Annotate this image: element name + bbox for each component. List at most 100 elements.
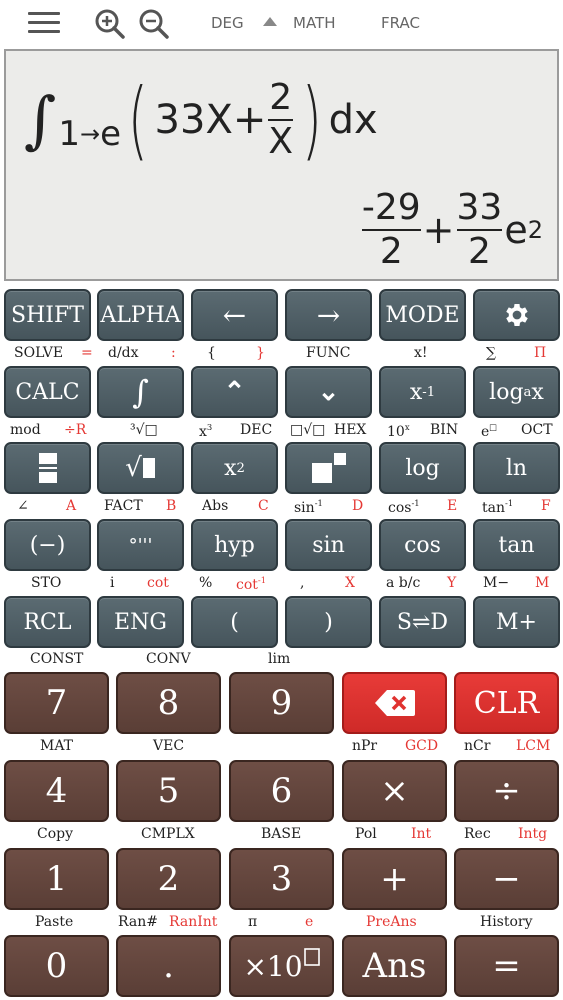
multiply-button[interactable]: × — [342, 760, 447, 822]
label-d: D — [352, 498, 364, 514]
sin-button[interactable]: sin — [285, 519, 372, 571]
shift-button[interactable]: SHIFT — [4, 289, 91, 341]
fraction-denominator: X — [268, 121, 294, 162]
label-comma: , — [300, 575, 305, 591]
digit-5-button[interactable]: 5 — [116, 760, 221, 822]
plus-label: + — [380, 859, 409, 899]
cursor-left-button[interactable]: ← — [191, 289, 278, 341]
equals-button[interactable]: = — [454, 935, 559, 997]
digit-7-button[interactable]: 7 — [4, 672, 109, 734]
decimal-button[interactable]: . — [116, 935, 221, 997]
clear-label: CLR — [473, 685, 540, 721]
output-mode-label[interactable]: FRAC — [381, 14, 420, 32]
label-fact: FACT — [104, 498, 143, 514]
label-e-const: e — [305, 914, 314, 930]
label-lim: lim — [268, 651, 291, 667]
digit-3-button[interactable]: 3 — [229, 848, 334, 910]
cursor-right-button[interactable]: → — [285, 289, 372, 341]
tan-button[interactable]: tan — [473, 519, 560, 571]
mode-label: MODE — [385, 302, 460, 328]
digit-0-button[interactable]: 0 — [4, 935, 109, 997]
label-tenx: 10x — [387, 422, 410, 440]
sd-toggle-button[interactable]: S⇌D — [379, 596, 466, 648]
zoom-out-icon[interactable] — [138, 8, 170, 40]
log-base-x: x — [531, 379, 544, 405]
input-expression: ∫ 1 → e ( 33X+ 2 X ) dx — [24, 65, 378, 175]
label-mat: MAT — [40, 738, 74, 754]
cursor-down-button[interactable]: ⌄ — [285, 366, 372, 418]
calculator-display[interactable]: ∫ 1 → e ( 33X+ 2 X ) dx -29 2 + 33 2 e2 — [4, 49, 559, 281]
backspace-button[interactable] — [342, 672, 447, 734]
digit-6-button[interactable]: 6 — [229, 760, 334, 822]
settings-button[interactable] — [473, 289, 560, 341]
fraction-button[interactable] — [4, 442, 91, 494]
cos-button[interactable]: cos — [379, 519, 466, 571]
cursor-up-button[interactable]: ⌃ — [191, 366, 278, 418]
square-button[interactable]: x2 — [191, 442, 278, 494]
log-button[interactable]: log — [379, 442, 466, 494]
open-paren: ( — [127, 70, 148, 170]
rcl-button[interactable]: RCL — [4, 596, 91, 648]
zoom-in-icon[interactable] — [94, 8, 126, 40]
digit-1-button[interactable]: 1 — [4, 848, 109, 910]
eng-button[interactable]: ENG — [97, 596, 184, 648]
digit-7-label: 7 — [45, 683, 68, 723]
lower-limit: 1 — [58, 114, 80, 154]
label-copy: Copy — [37, 826, 74, 842]
integral-button[interactable]: ∫ — [97, 366, 184, 418]
digit-8-button[interactable]: 8 — [116, 672, 221, 734]
digit-5-label: 5 — [157, 771, 180, 811]
alpha-button[interactable]: ALPHA — [97, 289, 184, 341]
menu-icon[interactable] — [28, 12, 60, 36]
sqrt-button[interactable]: √ — [97, 442, 184, 494]
rcl-label: RCL — [23, 609, 72, 635]
left-paren-button[interactable]: ( — [191, 596, 278, 648]
reciprocal-button[interactable]: x -1 — [379, 366, 466, 418]
hyp-button[interactable]: hyp — [191, 519, 278, 571]
plus-button[interactable]: + — [342, 848, 447, 910]
clear-button[interactable]: CLR — [454, 672, 559, 734]
label-mminus: M− — [483, 575, 510, 591]
power-button[interactable] — [285, 442, 372, 494]
divide-button[interactable]: ÷ — [454, 760, 559, 822]
expand-up-icon[interactable] — [263, 17, 277, 26]
ln-button[interactable]: ln — [473, 442, 560, 494]
minus-button[interactable]: − — [454, 848, 559, 910]
sqrt-icon: √ — [125, 453, 142, 483]
label-rbrace: } — [256, 345, 265, 361]
eng-label: ENG — [114, 609, 167, 635]
calc-button[interactable]: CALC — [4, 366, 91, 418]
mode-button[interactable]: MODE — [379, 289, 466, 341]
digit-9-button[interactable]: 9 — [229, 672, 334, 734]
digit-8-label: 8 — [157, 683, 180, 723]
result-exponent: 2 — [527, 215, 543, 244]
dms-label: °''' — [128, 534, 153, 556]
label-f: F — [541, 498, 551, 514]
log-base-button[interactable]: log a x — [473, 366, 560, 418]
right-paren-button[interactable]: ) — [285, 596, 372, 648]
angle-mode-label[interactable]: DEG — [211, 14, 244, 32]
label-ex: e□ — [481, 422, 498, 440]
label-asin: sin-1 — [294, 498, 323, 516]
ans-button[interactable]: Ans — [342, 935, 447, 997]
result-frac2-numerator: 33 — [456, 187, 503, 228]
result-fraction-2: 33 2 — [456, 187, 503, 271]
label-cuberoot: ³√□ — [130, 422, 158, 438]
label-npr: nPr — [352, 738, 378, 754]
cos-label: cos — [404, 532, 441, 558]
dms-button[interactable]: °''' — [97, 519, 184, 571]
negate-button[interactable]: (−) — [4, 519, 91, 571]
integral-icon: ∫ — [132, 373, 149, 411]
label-rec: Rec — [464, 826, 491, 842]
backspace-icon — [374, 690, 415, 716]
mplus-button[interactable]: M+ — [473, 596, 560, 648]
digit-4-button[interactable]: 4 — [4, 760, 109, 822]
hyp-label: hyp — [214, 532, 255, 558]
gear-icon — [505, 304, 528, 326]
label-paste: Paste — [35, 914, 74, 930]
times-ten-power-button[interactable]: ×10 — [229, 935, 334, 997]
digit-2-button[interactable]: 2 — [116, 848, 221, 910]
tan-label: tan — [498, 532, 535, 558]
label-i: i — [110, 575, 115, 591]
input-mode-label[interactable]: MATH — [293, 14, 335, 32]
